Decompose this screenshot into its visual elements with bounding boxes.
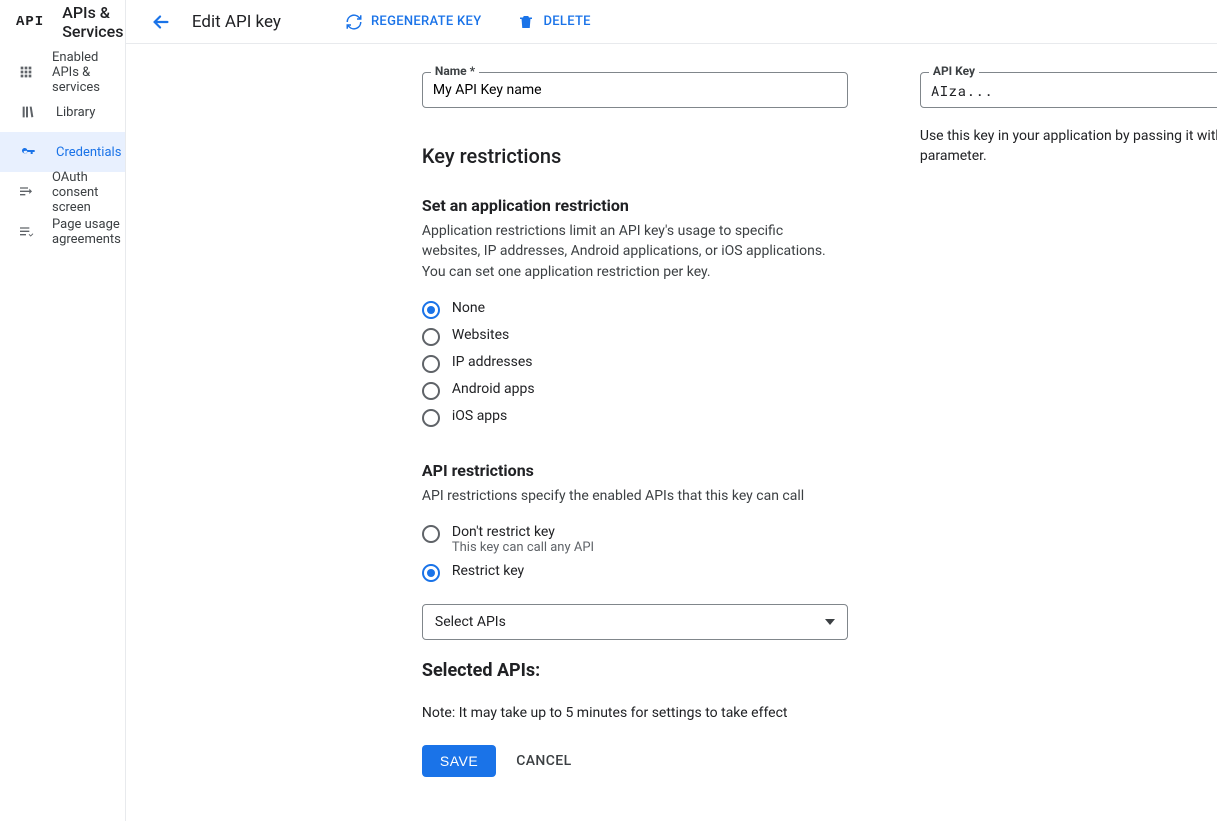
delete-label: DELETE <box>543 14 590 29</box>
sidebar-item-library[interactable]: Library <box>0 92 125 132</box>
sidebar-nav: Enabled APIs & services Library Credenti… <box>0 44 125 252</box>
grid-icon <box>18 64 34 80</box>
radio-icon <box>422 382 440 400</box>
radio-ios-apps[interactable]: iOS apps <box>422 408 848 427</box>
agreement-icon <box>18 224 34 240</box>
radio-sublabel: This key can call any API <box>452 540 594 555</box>
delete-button[interactable]: DELETE <box>509 7 598 37</box>
radio-icon <box>422 301 440 319</box>
api-key-label: API Key <box>929 64 979 78</box>
help-suffix: parameter. <box>920 148 987 164</box>
radio-label: Android apps <box>452 381 535 397</box>
sidebar-item-oauth-consent[interactable]: OAuth consent screen <box>0 172 125 212</box>
trash-icon <box>517 13 535 31</box>
nav-label: OAuth consent screen <box>52 170 125 215</box>
nav-label: Library <box>56 105 95 120</box>
api-restrictions-heading: API restrictions <box>422 461 848 480</box>
key-restrictions-heading: Key restrictions <box>422 144 848 168</box>
selected-apis-heading: Selected APIs: <box>422 660 848 681</box>
api-key-help: Use this key in your application by pass… <box>920 126 1217 167</box>
api-key-field-container: API Key AIza... <box>920 72 1217 108</box>
sidebar: API APIs & Services Enabled APIs & servi… <box>0 0 126 821</box>
app-restriction-heading: Set an application restriction <box>422 196 848 215</box>
consent-icon <box>18 184 34 200</box>
name-input[interactable] <box>433 82 837 98</box>
api-logo: API <box>16 14 44 30</box>
key-icon <box>18 144 38 160</box>
regenerate-label: REGENERATE KEY <box>371 14 482 29</box>
radio-label: Websites <box>452 327 509 343</box>
radio-none[interactable]: None <box>422 300 848 319</box>
chevron-down-icon <box>825 619 835 625</box>
api-restrictions-desc: API restrictions specify the enabled API… <box>422 486 842 506</box>
radio-label: Restrict key <box>452 563 524 579</box>
topbar: Edit API key REGENERATE KEY DELETE <box>126 0 1217 44</box>
save-button[interactable]: SAVE <box>422 745 496 777</box>
right-column: API Key AIza... Use this key in your app… <box>920 72 1217 167</box>
radio-dont-restrict[interactable]: Don't restrict key This key can call any… <box>422 524 848 555</box>
cancel-button[interactable]: CANCEL <box>516 753 571 769</box>
app-restriction-radios: None Websites IP addresses Android apps <box>422 300 848 427</box>
main: Edit API key REGENERATE KEY DELETE Name … <box>126 0 1217 821</box>
page-title: Edit API key <box>192 12 281 32</box>
api-restriction-radios: Don't restrict key This key can call any… <box>422 524 848 582</box>
sidebar-item-page-usage[interactable]: Page usage agreements <box>0 212 125 252</box>
radio-icon <box>422 355 440 373</box>
radio-websites[interactable]: Websites <box>422 327 848 346</box>
radio-restrict-key[interactable]: Restrict key <box>422 563 848 582</box>
radio-icon <box>422 564 440 582</box>
app-restriction-desc: Application restrictions limit an API ke… <box>422 221 842 282</box>
radio-ip-addresses[interactable]: IP addresses <box>422 354 848 373</box>
product-title: APIs & Services <box>62 3 125 41</box>
regenerate-key-button[interactable]: REGENERATE KEY <box>337 7 490 37</box>
nav-label: Credentials <box>56 145 121 160</box>
settings-delay-note: Note: It may take up to 5 minutes for se… <box>422 705 848 721</box>
radio-android-apps[interactable]: Android apps <box>422 381 848 400</box>
refresh-icon <box>345 13 363 31</box>
name-label: Name * <box>431 64 479 78</box>
left-column: Name * Key restrictions Set an applicati… <box>422 72 848 777</box>
library-icon <box>18 104 38 120</box>
select-placeholder: Select APIs <box>435 614 506 630</box>
help-prefix: Use this key in your application by pass… <box>920 128 1217 144</box>
content: Name * Key restrictions Set an applicati… <box>126 44 1217 817</box>
radio-icon <box>422 525 440 543</box>
api-key-value: AIza... <box>931 81 1217 100</box>
nav-label: Page usage agreements <box>52 217 125 247</box>
radio-label: iOS apps <box>452 408 507 424</box>
radio-label: Don't restrict key <box>452 524 594 540</box>
radio-label: IP addresses <box>452 354 533 370</box>
form-actions: SAVE CANCEL <box>422 745 848 777</box>
back-button[interactable] <box>150 11 172 33</box>
radio-label: None <box>452 300 485 316</box>
nav-label: Enabled APIs & services <box>52 50 125 95</box>
radio-icon <box>422 409 440 427</box>
name-field-container: Name * <box>422 72 848 108</box>
select-apis-dropdown[interactable]: Select APIs <box>422 604 848 640</box>
radio-icon <box>422 328 440 346</box>
sidebar-item-enabled-apis[interactable]: Enabled APIs & services <box>0 52 125 92</box>
sidebar-header: API APIs & Services <box>0 0 125 44</box>
sidebar-item-credentials[interactable]: Credentials <box>0 132 125 172</box>
